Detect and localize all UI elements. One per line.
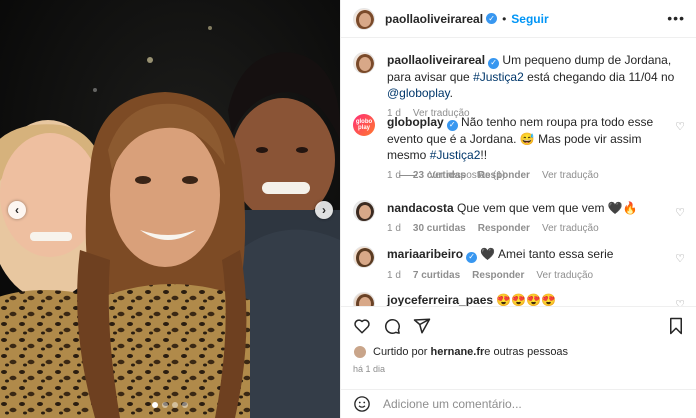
carousel-prev-button[interactable]: ‹ — [8, 201, 26, 219]
caption-avatar[interactable] — [353, 52, 375, 74]
translate-button[interactable]: Ver tradução — [542, 221, 599, 237]
verified-icon: ✓ — [486, 13, 498, 24]
comment-emoji: 🖤🔥 — [607, 201, 638, 215]
comment-like-icon[interactable]: ♡ — [675, 120, 685, 133]
bookmark-icon[interactable] — [667, 317, 685, 335]
carousel-dot — [162, 402, 168, 408]
add-comment-bar — [341, 389, 696, 418]
comment-time[interactable]: 1 d — [387, 268, 401, 284]
comments-list: paollaoliveirareal ✓ Um pequeno dump de J… — [341, 38, 696, 306]
comment-likes[interactable]: 30 curtidas — [413, 221, 466, 237]
globoplay-avatar[interactable]: globo play — [353, 114, 375, 136]
comment-item: joyceferreira_paes 😍😍😍😍 ♡ — [353, 292, 691, 306]
caption-text-middle: está chegando dia 11/04 no — [523, 69, 675, 84]
view-replies-label: Ver respostas (1) — [429, 170, 506, 181]
share-icon[interactable] — [413, 317, 431, 335]
action-bar — [341, 306, 696, 346]
liker-avatar[interactable] — [353, 345, 367, 359]
carousel-dot-active — [152, 402, 158, 408]
caption-username[interactable]: paollaoliveirareal — [387, 53, 485, 67]
comment-like-icon[interactable]: ♡ — [675, 298, 685, 306]
reply-button[interactable]: Responder — [478, 221, 530, 237]
comment-username[interactable]: joyceferreira_paes — [387, 293, 493, 306]
carousel-dots — [0, 402, 340, 408]
comment-avatar[interactable] — [353, 292, 375, 306]
comment-text-end: !! — [480, 147, 488, 162]
heart-icon[interactable] — [353, 317, 371, 335]
comment-emoji: 😍😍😍😍 — [496, 293, 557, 306]
post-photo: ‹ › — [0, 0, 340, 418]
header-separator: • — [502, 11, 507, 26]
follow-button[interactable]: Seguir — [511, 12, 548, 26]
comment-likes[interactable]: 7 curtidas — [413, 268, 460, 284]
comment-time[interactable]: 1 d — [387, 221, 401, 237]
post-details-panel: paollaoliveirareal ✓ • Seguir ••• paolla… — [340, 0, 696, 418]
author-avatar[interactable] — [353, 7, 375, 30]
liked-by-prefix: Curtido por — [373, 346, 428, 358]
translate-button[interactable]: Ver tradução — [542, 168, 599, 184]
liked-by-user[interactable]: hernane.fr — [430, 346, 484, 358]
comment-hashtag[interactable]: #Justiça2 — [430, 148, 481, 162]
verified-icon: ✓ — [466, 251, 478, 263]
carousel-dot — [182, 402, 188, 408]
caption-hashtag[interactable]: #Justiça2 — [473, 70, 524, 84]
post-header: paollaoliveirareal ✓ • Seguir ••• — [341, 0, 696, 38]
selfie-image — [0, 0, 340, 418]
comment-username[interactable]: nandacosta — [387, 201, 454, 215]
caption: paollaoliveirareal ✓ Um pequeno dump de J… — [353, 52, 691, 122]
carousel-next-button[interactable]: › — [315, 201, 333, 219]
verified-icon: ✓ — [488, 57, 500, 69]
comment-item: mariaaribeiro ✓ 🖤 Amei tanto essa serie 1… — [353, 246, 691, 284]
comment-icon[interactable] — [383, 317, 401, 335]
more-icon[interactable]: ••• — [667, 10, 685, 26]
carousel-dot — [172, 402, 178, 408]
view-replies-button[interactable]: Ver respostas (1) — [399, 170, 505, 181]
translate-button[interactable]: Ver tradução — [536, 268, 593, 284]
reply-button[interactable]: Responder — [472, 268, 524, 284]
comment-text: Que vem que vem que vem — [457, 201, 608, 215]
caption-mention[interactable]: @globoplay — [387, 86, 450, 100]
author-username[interactable]: paollaoliveirareal — [385, 12, 483, 26]
liked-by-suffix[interactable]: e outras pessoas — [484, 346, 568, 358]
comment-like-icon[interactable]: ♡ — [675, 252, 685, 265]
comment-emoji: 😅 — [519, 131, 535, 146]
comment-username[interactable]: globoplay — [387, 115, 444, 129]
liked-by: Curtido por hernane.fr e outras pessoas — [353, 345, 568, 359]
comment-username[interactable]: mariaaribeiro — [387, 247, 463, 261]
comment-input[interactable] — [383, 397, 633, 411]
comment-heart-emoji: 🖤 — [480, 247, 496, 261]
comment-text: Amei tanto essa serie — [495, 247, 614, 261]
replies-line — [399, 175, 417, 176]
comment-like-icon[interactable]: ♡ — [675, 206, 685, 219]
comment-avatar[interactable] — [353, 200, 375, 222]
emoji-icon[interactable] — [353, 395, 371, 413]
caption-text-end: . — [449, 85, 454, 100]
comment-item: nandacosta Que vem que vem que vem 🖤🔥 1 … — [353, 200, 691, 237]
comment-avatar[interactable] — [353, 246, 375, 268]
post-time[interactable]: há 1 dia — [353, 364, 385, 374]
verified-icon: ✓ — [446, 119, 458, 131]
